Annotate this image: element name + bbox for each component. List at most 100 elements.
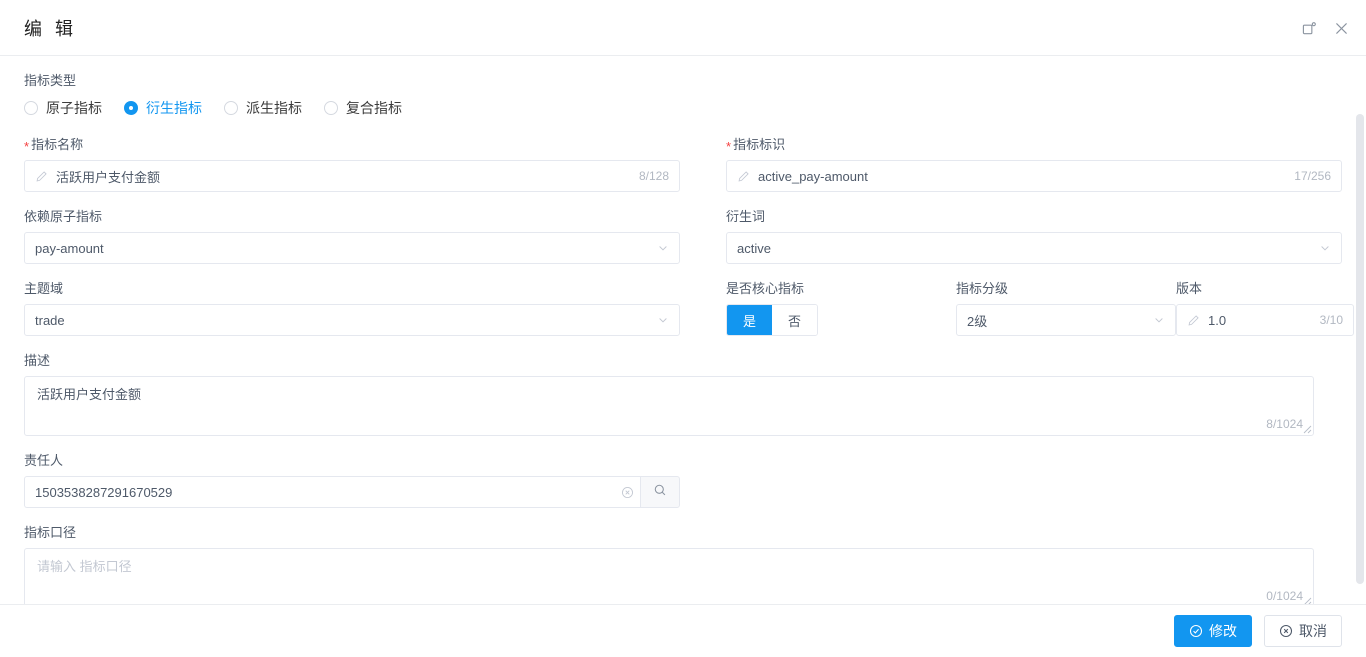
atom-indicator-value: pay-amount: [35, 241, 657, 256]
form-row-name-code: *指标名称 活跃用户支付金额 8/128 *指标标识: [24, 136, 1342, 208]
is-core-no-button[interactable]: 否: [772, 305, 817, 335]
version-label: 版本: [1176, 280, 1354, 298]
expand-icon[interactable]: [1298, 17, 1320, 39]
cancel-button-label: 取消: [1299, 621, 1327, 641]
radio-label: 复合指标: [346, 98, 402, 118]
owner-search-button[interactable]: [640, 476, 680, 508]
version-input[interactable]: 1.0 3/10: [1176, 304, 1354, 336]
field-atom-indicator: 依赖原子指标 pay-amount: [24, 208, 680, 264]
subject-domain-value: trade: [35, 313, 657, 328]
indicator-level-value: 2级: [967, 311, 1153, 330]
indicator-type-label: 指标类型: [24, 72, 1342, 90]
indicator-name-counter: 8/128: [631, 169, 669, 183]
radio-atom-indicator[interactable]: 原子指标: [24, 98, 102, 118]
chevron-down-icon: [1319, 242, 1331, 254]
owner-value: 1503538287291670529: [35, 485, 621, 500]
radio-circle-icon: [224, 101, 238, 115]
chevron-down-icon: [1153, 314, 1165, 326]
form-row-domain-core-level-version: 主题域 trade 是否核心指标 是 否: [24, 280, 1342, 352]
is-core-yes-button[interactable]: 是: [727, 305, 772, 335]
version-value: 1.0: [1208, 313, 1312, 328]
pencil-icon: [1187, 314, 1201, 327]
resize-handle-icon[interactable]: [1300, 422, 1312, 434]
dialog-footer: 修改 取消: [0, 604, 1366, 657]
radio-label: 原子指标: [46, 98, 102, 118]
radio-derived-indicator[interactable]: 派生指标: [224, 98, 302, 118]
field-indicator-name: *指标名称 活跃用户支付金额 8/128: [24, 136, 680, 192]
field-indicator-level: 指标分级 2级: [956, 280, 1176, 336]
subject-domain-select[interactable]: trade: [24, 304, 680, 336]
radio-circle-icon: [324, 101, 338, 115]
indicator-name-label: *指标名称: [24, 136, 680, 154]
is-core-label: 是否核心指标: [726, 280, 956, 298]
radio-label: 衍生指标: [146, 98, 202, 118]
radio-circle-checked-icon: [124, 101, 138, 115]
scrollbar-thumb[interactable]: [1356, 114, 1364, 584]
required-asterisk: *: [726, 139, 731, 154]
version-counter: 3/10: [1312, 313, 1343, 327]
atom-indicator-label: 依赖原子指标: [24, 208, 680, 226]
cancel-button[interactable]: 取消: [1264, 615, 1342, 647]
page-title: 编 辑: [24, 15, 77, 41]
field-version: 版本 1.0 3/10: [1176, 280, 1354, 336]
label-text: 指标名称: [31, 137, 83, 152]
derive-word-label: 衍生词: [726, 208, 1342, 226]
pencil-icon: [737, 170, 751, 183]
dialog-body: 指标类型 原子指标 衍生指标 派生指标 复合指标: [0, 56, 1366, 604]
field-indicator-code: *指标标识 active_pay-amount 17/256: [726, 136, 1342, 192]
field-is-core: 是否核心指标 是 否: [726, 280, 956, 336]
is-core-toggle[interactable]: 是 否: [726, 304, 818, 336]
subgroup-core-level-version: 是否核心指标 是 否 指标分级 2级: [726, 280, 1354, 336]
indicator-caliber-counter: 0/1024: [1266, 589, 1303, 603]
indicator-name-value: 活跃用户支付金额: [56, 167, 631, 186]
indicator-caliber-label: 指标口径: [24, 524, 1314, 542]
clear-icon[interactable]: [621, 486, 634, 499]
dialog-header-actions: [1298, 0, 1352, 56]
field-description: 描述 活跃用户支付金额 8/1024: [24, 352, 1314, 436]
indicator-caliber-placeholder: 请输入 指标口径: [37, 557, 1301, 577]
owner-label: 责任人: [24, 452, 680, 470]
radio-composite-indicator[interactable]: 复合指标: [324, 98, 402, 118]
form-row-atom-derive: 依赖原子指标 pay-amount 衍生词 active: [24, 208, 1342, 280]
close-icon[interactable]: [1330, 17, 1352, 39]
edit-dialog: 编 辑 指标类型 原子指标: [0, 0, 1366, 657]
derive-word-select[interactable]: active: [726, 232, 1342, 264]
radio-label: 派生指标: [246, 98, 302, 118]
field-owner: 责任人 1503538287291670529: [24, 452, 680, 508]
resize-handle-icon[interactable]: [1300, 594, 1312, 604]
field-indicator-caliber: 指标口径 请输入 指标口径 0/1024: [24, 524, 1314, 604]
search-icon: [653, 483, 667, 502]
description-textarea[interactable]: 活跃用户支付金额 8/1024: [24, 376, 1314, 436]
derive-word-value: active: [737, 241, 1319, 256]
close-circle-icon: [1279, 624, 1293, 638]
field-indicator-type: 指标类型 原子指标 衍生指标 派生指标 复合指标: [24, 72, 1342, 118]
submit-button-label: 修改: [1209, 621, 1237, 641]
indicator-level-select[interactable]: 2级: [956, 304, 1176, 336]
owner-input[interactable]: 1503538287291670529: [24, 476, 640, 508]
indicator-code-label: *指标标识: [726, 136, 1342, 154]
owner-search-group: 1503538287291670529: [24, 476, 680, 508]
description-label: 描述: [24, 352, 1314, 370]
indicator-caliber-textarea[interactable]: 请输入 指标口径 0/1024: [24, 548, 1314, 604]
radio-circle-icon: [24, 101, 38, 115]
subject-domain-label: 主题域: [24, 280, 680, 298]
indicator-level-label: 指标分级: [956, 280, 1176, 298]
indicator-name-input[interactable]: 活跃用户支付金额 8/128: [24, 160, 680, 192]
required-asterisk: *: [24, 139, 29, 154]
field-subject-domain: 主题域 trade: [24, 280, 680, 336]
radio-derivative-indicator[interactable]: 衍生指标: [124, 98, 202, 118]
vertical-scrollbar[interactable]: [1356, 112, 1364, 604]
submit-button[interactable]: 修改: [1174, 615, 1252, 647]
description-counter: 8/1024: [1266, 417, 1303, 431]
chevron-down-icon: [657, 314, 669, 326]
check-circle-icon: [1189, 624, 1203, 638]
chevron-down-icon: [657, 242, 669, 254]
indicator-code-input[interactable]: active_pay-amount 17/256: [726, 160, 1342, 192]
indicator-type-radio-group: 原子指标 衍生指标 派生指标 复合指标: [24, 98, 1342, 118]
atom-indicator-select[interactable]: pay-amount: [24, 232, 680, 264]
field-derive-word: 衍生词 active: [726, 208, 1342, 264]
pencil-icon: [35, 170, 49, 183]
description-value: 活跃用户支付金额: [37, 385, 1301, 405]
indicator-code-value: active_pay-amount: [758, 169, 1286, 184]
label-text: 指标标识: [733, 137, 785, 152]
